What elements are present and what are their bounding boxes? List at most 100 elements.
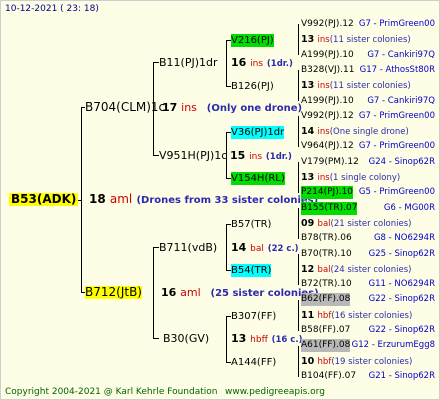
gen2-note: (16 c.) bbox=[271, 335, 303, 345]
gen3-queen[interactable]: B307(FF) bbox=[231, 310, 276, 323]
gen4-note: (24 sister colonies) bbox=[330, 264, 412, 275]
gen3-queen[interactable]: B57(TR) bbox=[231, 218, 271, 231]
report-date: 10-12-2021 ( 23: 18) bbox=[5, 4, 99, 14]
gen4-keyword: hbf bbox=[317, 356, 332, 367]
gen4-drone-info: 14 ins(One single drone) bbox=[301, 125, 409, 139]
root-drone-info: 18 aml (Drones from 33 sister colonies) bbox=[89, 193, 318, 207]
gen4-reference: G25 - Sinop62R bbox=[368, 248, 435, 259]
gen2-note: (1dr.) bbox=[265, 152, 292, 162]
gen4-reference: G11 - NO6294R bbox=[368, 279, 435, 290]
tree-connector bbox=[298, 24, 299, 55]
gen4-number: 12 bbox=[301, 263, 315, 275]
gen3-queen[interactable]: V216(PJ) bbox=[231, 34, 274, 47]
gen4-note: (One single drone) bbox=[329, 127, 409, 138]
gen4-number: 13 bbox=[301, 172, 315, 183]
gen1-number: 16 bbox=[161, 286, 177, 299]
gen3-queen[interactable]: B126(PJ) bbox=[231, 80, 274, 93]
gen2-keyword: bal bbox=[250, 244, 264, 254]
gen4-note: (16 sister colonies) bbox=[331, 310, 413, 321]
gen4-note: (1 single colony) bbox=[329, 173, 401, 183]
gen4-reference: G7 - PrimGreen00 bbox=[358, 110, 435, 121]
gen2-keyword: ins bbox=[249, 152, 263, 162]
gen4-queen[interactable]: B155(TR).07 bbox=[301, 201, 358, 215]
gen4-queen[interactable]: A61(FF).08 bbox=[301, 339, 351, 353]
gen2-note: (1dr.) bbox=[266, 59, 293, 69]
gen1-drone-info: 17 ins (Only one drone) bbox=[162, 101, 302, 115]
gen3-queen[interactable]: V154H(RL) bbox=[231, 172, 285, 185]
gen4-drone-info: 09 bal(21 sister colonies) bbox=[301, 217, 412, 231]
tree-connector bbox=[298, 346, 299, 377]
gen2-number: 15 bbox=[230, 149, 246, 162]
gen4-number: 13 bbox=[301, 80, 315, 92]
tree-connector bbox=[226, 224, 227, 270]
gen1-queen[interactable]: B704(CLM)1c bbox=[85, 101, 165, 114]
pedigree-panel: 10-12-2021 ( 23: 18) B53(ADK) 18 aml (Dr… bbox=[0, 0, 440, 400]
gen4-keyword: ins bbox=[317, 173, 330, 183]
gen2-drone-info: 16 ins (1dr.) bbox=[231, 56, 293, 71]
gen2-number: 14 bbox=[231, 241, 247, 254]
gen3-queen[interactable]: B54(TR) bbox=[231, 264, 272, 277]
gen4-reference: G12 - ErzurumEgg8 bbox=[351, 340, 435, 351]
gen2-queen[interactable]: B711(vdB) bbox=[159, 241, 217, 254]
gen2-note: (22 c.) bbox=[267, 244, 299, 254]
gen4-queen[interactable]: V179(PM).12 bbox=[301, 156, 359, 169]
gen4-drone-info: 12 bal(24 sister colonies) bbox=[301, 263, 412, 277]
gen4-queen[interactable]: B58(FF).07 bbox=[301, 324, 350, 337]
gen4-keyword: ins bbox=[317, 35, 330, 46]
gen4-keyword: ins bbox=[317, 127, 330, 138]
gen2-queen[interactable]: B30(GV) bbox=[163, 332, 209, 345]
gen2-drone-info: 13 hbff (16 c.) bbox=[231, 332, 302, 347]
root-queen[interactable]: B53(ADK) bbox=[9, 193, 79, 206]
gen4-queen[interactable]: A199(PJ).10 bbox=[301, 49, 354, 62]
footer-copyright: Copyright 2004-2021 @ Karl Kehrle Founda… bbox=[5, 387, 218, 397]
gen4-keyword: hbf bbox=[317, 310, 332, 321]
gen4-queen[interactable]: P214(PJ).10 bbox=[301, 186, 354, 200]
gen4-reference: G7 - Cankiri97Q bbox=[367, 95, 435, 106]
gen1-drone-info: 16 aml (25 sister colonies) bbox=[161, 286, 319, 300]
tree-connector bbox=[298, 70, 299, 101]
gen2-number: 16 bbox=[231, 56, 247, 69]
footer-site[interactable]: www.pedigreeapis.org bbox=[225, 386, 325, 399]
tree-connector bbox=[298, 254, 299, 285]
gen4-number: 10 bbox=[301, 355, 315, 367]
gen4-reference: G5 - PrimGreen00 bbox=[358, 187, 435, 198]
gen4-reference: G7 - PrimGreen00 bbox=[358, 19, 435, 29]
root-number: 18 bbox=[89, 192, 106, 206]
tree-connector bbox=[298, 300, 299, 331]
gen4-number: 11 bbox=[301, 309, 315, 321]
gen4-queen[interactable]: B78(TR).06 bbox=[301, 232, 352, 245]
gen4-drone-info: 13 ins(11 sister colonies) bbox=[301, 79, 411, 93]
gen4-queen[interactable]: B104(FF).07 bbox=[301, 370, 356, 383]
gen4-queen[interactable]: B72(TR).10 bbox=[301, 278, 352, 291]
tree-connector bbox=[226, 316, 227, 362]
gen4-reference: G8 - NO6294R bbox=[373, 233, 435, 244]
gen1-queen[interactable]: B712(JtB) bbox=[85, 286, 142, 299]
gen4-reference: G24 - Sinop62R bbox=[368, 156, 435, 167]
gen4-number: 09 bbox=[301, 217, 315, 229]
root-keyword: aml bbox=[109, 192, 133, 206]
gen2-drone-info: 15 ins (1dr.) bbox=[230, 149, 292, 164]
tree-connector bbox=[298, 208, 299, 239]
gen4-queen[interactable]: A199(PJ).10 bbox=[301, 95, 354, 108]
gen4-queen[interactable]: B70(TR).10 bbox=[301, 248, 352, 261]
gen4-queen[interactable]: B328(VJ).11 bbox=[301, 64, 355, 77]
gen3-queen[interactable]: V36(PJ)1dr bbox=[231, 126, 285, 139]
gen3-queen[interactable]: A144(FF) bbox=[231, 356, 276, 369]
gen4-queen[interactable]: V992(PJ).12 bbox=[301, 18, 354, 31]
gen2-queen[interactable]: B11(PJ)1dr bbox=[159, 56, 218, 69]
gen4-note: (21 sister colonies) bbox=[330, 218, 412, 229]
gen4-reference: G22 - Sinop62R bbox=[368, 325, 435, 335]
gen4-reference: G7 - Cankiri97Q bbox=[367, 49, 435, 60]
gen4-queen[interactable]: V992(PJ).12 bbox=[301, 110, 354, 123]
gen4-drone-info: 11 hbf(16 sister colonies) bbox=[301, 309, 412, 323]
gen1-number: 17 bbox=[162, 101, 178, 114]
gen4-drone-info: 13 ins(1 single colony) bbox=[301, 171, 400, 185]
gen4-reference: G6 - MG00R bbox=[383, 202, 435, 213]
gen4-reference: G22 - Sinop62R bbox=[368, 294, 435, 305]
gen4-queen[interactable]: B62(FF).08 bbox=[301, 293, 351, 307]
gen4-queen[interactable]: V964(PJ).12 bbox=[301, 140, 354, 153]
gen2-queen[interactable]: V951H(PJ)1c bbox=[159, 149, 227, 162]
tree-connector bbox=[298, 162, 299, 193]
gen4-drone-info: 10 hbf(19 sister colonies) bbox=[301, 355, 412, 369]
tree-connector bbox=[226, 40, 227, 86]
